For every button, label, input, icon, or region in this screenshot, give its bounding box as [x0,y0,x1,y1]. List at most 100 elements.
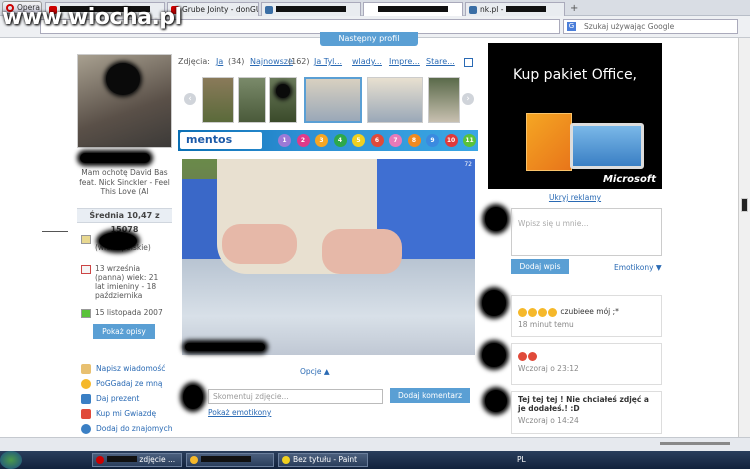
thumbnail-strip: ‹ › [178,77,478,125]
smiley-icon [548,307,557,317]
favicon-icon [265,6,273,14]
browser-status-bar [0,437,750,451]
mentos-ball[interactable]: 9 [426,134,439,147]
chevron-left-icon[interactable]: ‹ [184,93,196,105]
redacted-avatar [482,343,506,367]
wall-post: Tej tej tej ! Nie chciałeś zdjęć a je do… [511,391,662,434]
add-friend-link[interactable]: Dodaj do znajomych [81,424,173,434]
show-emoticons-link[interactable]: Pokaż emotikony [208,408,271,417]
paint-icon [282,456,290,464]
zoom-slider[interactable] [660,442,730,445]
info-birthday: 13 września (panna) wiek: 21 lat imienin… [81,264,161,300]
start-button[interactable] [0,451,22,469]
office-box-icon [526,113,572,171]
photo-thumbnail[interactable] [238,77,266,123]
send-message-link[interactable]: Napisz wiadomość [81,364,165,374]
buy-star-link[interactable]: Kup mi Gwiazdę [81,409,156,419]
location-icon [81,235,91,244]
photo-thumbnail[interactable] [428,77,460,123]
photo-thumbnail[interactable] [269,77,297,123]
photo-thumbnail[interactable] [202,77,234,123]
scrollbar[interactable] [738,38,750,437]
tab-newest[interactable]: Najnowsze [250,57,293,66]
comment-input[interactable]: Skomentuj zdjęcie... [208,389,383,404]
divider [42,231,68,232]
mentos-ball[interactable]: 6 [370,134,384,147]
give-gift-link[interactable]: Daj prezent [81,394,139,404]
google-icon: G [567,22,576,31]
photo-thumbnail[interactable] [367,77,423,123]
laptop-icon [570,123,644,169]
redacted-avatar [183,385,203,409]
tab-album[interactable]: Impre... [389,57,420,66]
smiley-icon [518,351,527,361]
gallery-tabs: Zdjęcia: Ja (34) Najnowsze (162) Ja Tyl.… [178,55,478,69]
browser-tab[interactable] [261,2,361,16]
next-profile-button[interactable]: Następny profil [320,32,418,46]
add-post-button[interactable]: Dodaj wpis [511,259,569,274]
taskbar-item[interactable]: Bez tytułu - Paint [278,453,368,467]
ad-title: Kup pakiet Office, [512,67,638,83]
smiley-icon [538,307,547,317]
tab-album[interactable]: Ja Tyl... [314,57,342,66]
chevron-right-icon[interactable]: › [462,93,474,105]
smiley-icon [528,307,537,317]
taskbar-item[interactable] [186,453,274,467]
status-text: Mam ochotę David Bas feat. Nick Sinckler… [79,168,170,196]
mentos-ball[interactable]: 11 [463,134,476,147]
watermark: www.wiocha.pl [2,5,182,30]
redacted-avatar [485,390,507,412]
calendar-icon [81,265,91,274]
mentos-ball[interactable]: 1 [278,134,291,147]
photo-thumbnail-selected[interactable] [304,77,362,123]
mentos-banner[interactable]: mentos 1 2 3 4 5 6 7 8 9 10 11 [178,130,478,151]
search-input[interactable]: G Szukaj używając Google [563,19,738,34]
gadu-chat-link[interactable]: PoGGadaj ze mną [81,379,162,389]
browser-tab-active[interactable] [363,2,463,16]
mentos-ball[interactable]: 4 [333,134,347,147]
emoticons-dropdown[interactable]: Emotikony ▼ [614,263,662,272]
smiley-icon [518,307,527,317]
wall-post: Wczoraj o 23:12 [511,343,662,385]
system-tray: PL [517,455,526,464]
rating: Średnia 10,47 z 15078 [77,208,172,234]
gift-icon [81,394,91,404]
wall-input[interactable]: Wpisz się u mnie... [511,208,662,256]
opera-icon [96,456,104,464]
avatar[interactable] [77,54,172,148]
wall-post: czubieee mój ;* 18 minut temu [511,295,662,337]
new-tab-icon[interactable]: + [570,3,578,14]
smiley-icon [528,351,537,361]
hide-ads-link[interactable]: Ukryj reklamy [488,193,662,202]
mentos-ball[interactable]: 10 [444,134,458,147]
star-icon [81,409,91,419]
redacted-avatar [482,290,506,316]
mentos-ball[interactable]: 5 [352,134,365,147]
redacted-name [80,153,150,163]
gadu-icon [190,456,198,464]
options-link[interactable]: Opcje ▲ [300,367,330,376]
photo-number: 72 [464,161,472,168]
redacted-avatar [485,207,507,231]
show-descriptions-button[interactable]: Pokaż opisy [93,324,155,339]
tab-ja[interactable]: Ja [216,57,223,66]
redacted-caption [185,343,265,351]
browser-tab[interactable]: nk.pl - [465,2,565,16]
gadu-icon [81,379,91,389]
info-joined: 15 listopada 2007 [81,308,176,318]
mentos-ball[interactable]: 8 [407,134,421,147]
arrow-right-icon [81,309,91,318]
taskbar-item[interactable]: zdjęcie ... [92,453,182,467]
mentos-ball[interactable]: 7 [389,134,402,147]
office-ad[interactable]: Kup pakiet Office, Microsoft [488,43,662,189]
mentos-ball[interactable]: 3 [315,134,328,147]
gallery-grid-icon[interactable] [464,58,473,67]
tab-album[interactable]: wlady... [352,57,382,66]
mentos-logo: mentos [180,132,262,149]
main-photo[interactable]: 72 [182,159,475,355]
tab-album[interactable]: Stare... [426,57,455,66]
mentos-ball[interactable]: 2 [296,134,310,147]
add-comment-button[interactable]: Dodaj komentarz [390,388,470,403]
envelope-icon [81,364,91,374]
favicon-icon [469,6,477,14]
